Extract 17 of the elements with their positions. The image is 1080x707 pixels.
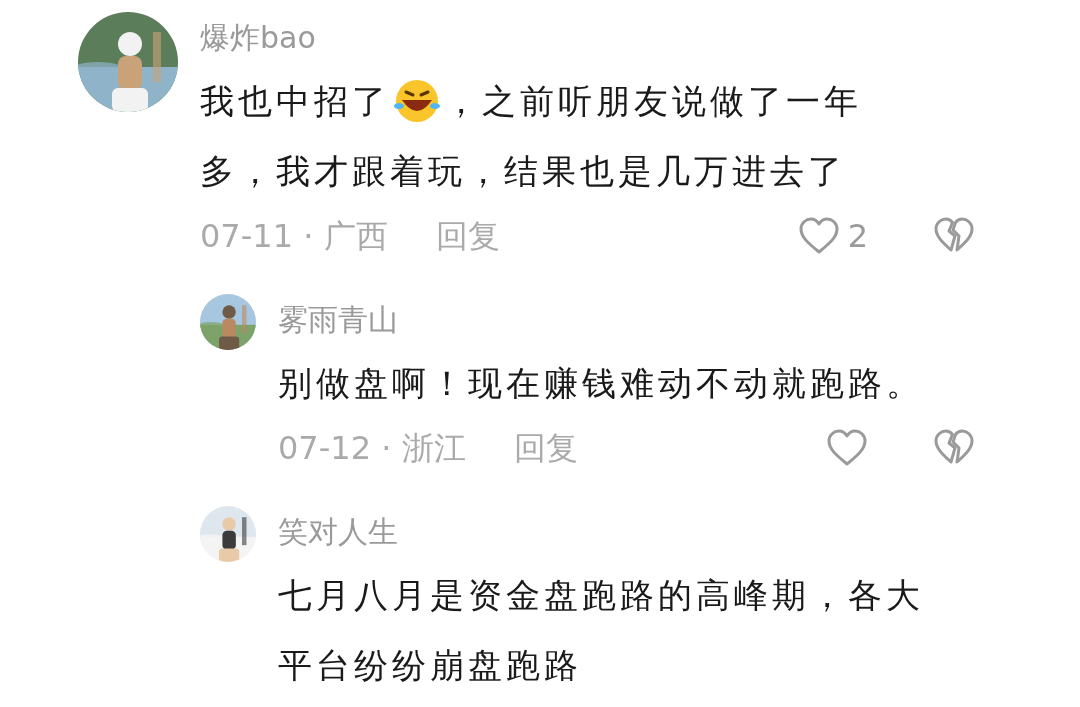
comment-text: 我也中招了: [200, 79, 390, 123]
laughing-emoji-icon: [392, 78, 442, 124]
username: 爆炸bao: [200, 19, 317, 57]
date-location: 07-12 · 浙江: [278, 428, 466, 469]
comment-text: ，之前听朋友说做了一年: [444, 79, 862, 123]
date-location: 07-11 · 广西: [200, 216, 388, 257]
reply-link[interactable]: 回复: [513, 424, 578, 472]
comment-text: 别做盘啊！现在赚钱难动不动就跑路。: [278, 361, 924, 405]
heart-icon[interactable]: [797, 217, 840, 255]
heart-icon[interactable]: [826, 429, 868, 467]
like-count: 2: [847, 216, 868, 257]
comment-text: 多，我才跟着玩，结果也是几万进去了: [200, 149, 846, 193]
username: 笑对人生: [278, 513, 399, 551]
reply-link[interactable]: 回复: [435, 212, 500, 260]
comment-text: 平台纷纷崩盘跑路: [278, 643, 582, 687]
comment-text: 七月八月是资金盘跑路的高峰期，各大: [278, 573, 924, 617]
username: 雾雨青山: [278, 301, 399, 339]
